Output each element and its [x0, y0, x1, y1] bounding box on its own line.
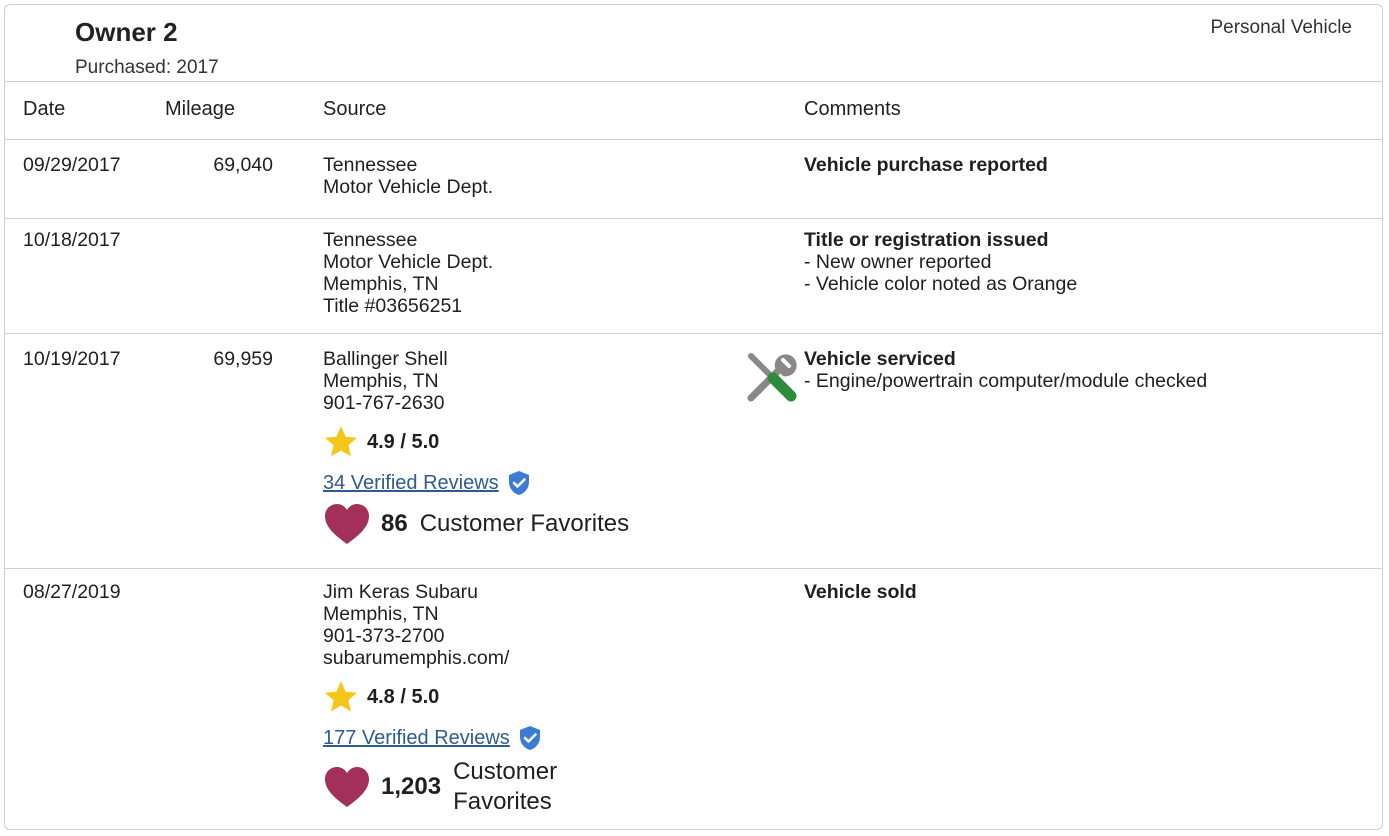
source-line: Motor Vehicle Dept. — [323, 176, 494, 198]
row-comments: Title or registration issued - New owner… — [804, 229, 1077, 295]
row-mileage: 69,959 — [213, 348, 273, 370]
heart-icon — [325, 767, 369, 807]
source-line: 901-767-2630 — [323, 392, 445, 414]
favorites-count: 86 — [381, 510, 408, 537]
source-line: Jim Keras Subaru — [323, 581, 478, 603]
source-line: subarumemphis.com/ — [323, 647, 510, 669]
row-comments: Vehicle serviced - Engine/powertrain com… — [804, 348, 1207, 392]
row-comments: Vehicle purchase reported — [804, 154, 1048, 176]
comment-title: Vehicle purchase reported — [804, 154, 1048, 176]
comment-title: Vehicle sold — [804, 581, 917, 603]
verified-reviews-link[interactable]: 177 Verified Reviews — [323, 727, 510, 749]
row-date: 10/19/2017 — [23, 348, 121, 370]
comment-line: - Vehicle color noted as Orange — [804, 273, 1078, 295]
source-line: Tennessee — [323, 229, 418, 251]
favorites-label-line: Favorites — [453, 788, 552, 815]
rating: 4.8 / 5.0 — [323, 677, 557, 717]
source-line: Memphis, TN — [323, 603, 439, 625]
row-date: 08/27/2019 — [23, 581, 121, 603]
table-row: 08/27/2019 Jim Keras Subaru Memphis, TN … — [5, 569, 1382, 829]
column-mileage: Mileage — [165, 98, 236, 120]
row-source: Tennessee Motor Vehicle Dept. — [323, 154, 493, 198]
star-icon — [324, 681, 358, 712]
reviews: 34 Verified Reviews — [323, 470, 629, 496]
table-header: Date Mileage Source Comments — [5, 81, 1382, 140]
comment-title: Vehicle serviced — [804, 348, 956, 370]
vehicle-type: Personal Vehicle — [1210, 17, 1352, 38]
row-source: Jim Keras Subaru Memphis, TN 901-373-270… — [323, 581, 557, 817]
owner-purchased: Purchased: 2017 — [75, 57, 219, 78]
rating: 4.9 / 5.0 — [323, 422, 629, 462]
source-line: Tennessee — [323, 154, 418, 176]
rating-value: 4.9 / 5.0 — [367, 431, 440, 453]
source-line: Memphis, TN — [323, 273, 439, 295]
verified-shield-icon — [519, 726, 540, 750]
owner-header: Owner 2 Purchased: 2017 Personal Vehicle — [5, 5, 1382, 82]
table-row: 10/18/2017 Tennessee Motor Vehicle Dept.… — [5, 219, 1382, 334]
favorites-label: Customer Favorites — [419, 510, 630, 537]
verified-shield-icon — [508, 471, 529, 495]
customer-favorites: 1,203 Customer Favorites — [323, 757, 557, 817]
source-line: Ballinger Shell — [323, 348, 448, 370]
row-source: Ballinger Shell Memphis, TN 901-767-2630… — [323, 348, 629, 546]
row-date: 10/18/2017 — [23, 229, 121, 251]
row-date: 09/29/2017 — [23, 154, 121, 176]
heart-icon — [325, 504, 369, 544]
customer-favorites: 86 Customer Favorites — [323, 502, 629, 546]
comment-line: - Engine/powertrain computer/module chec… — [804, 370, 1208, 392]
row-comments: Vehicle sold — [804, 581, 917, 603]
table-row: 10/19/2017 69,959 Ballinger Shell Memphi… — [5, 334, 1382, 569]
owner-title: Owner 2 — [75, 17, 178, 47]
reviews: 177 Verified Reviews — [323, 725, 557, 751]
source-line: Memphis, TN — [323, 370, 439, 392]
favorites-label-line: Customer — [453, 758, 558, 785]
column-comments: Comments — [804, 98, 901, 120]
source-line: 901-373-2700 — [323, 625, 445, 647]
verified-reviews-link[interactable]: 34 Verified Reviews — [323, 472, 499, 494]
owner-history-card: Owner 2 Purchased: 2017 Personal Vehicle… — [4, 4, 1383, 830]
source-line: Motor Vehicle Dept. — [323, 251, 494, 273]
comment-line: - New owner reported — [804, 251, 992, 273]
row-mileage: 69,040 — [213, 154, 273, 176]
row-source: Tennessee Motor Vehicle Dept. Memphis, T… — [323, 229, 493, 317]
table-row: 09/29/2017 69,040 Tennessee Motor Vehicl… — [5, 140, 1382, 219]
service-wrench-screwdriver-icon — [747, 353, 797, 402]
rating-value: 4.8 / 5.0 — [367, 686, 440, 708]
source-line: Title #03656251 — [323, 295, 463, 317]
star-icon — [324, 426, 358, 457]
column-source: Source — [323, 98, 387, 120]
favorites-label: Customer Favorites — [453, 757, 557, 817]
column-date: Date — [23, 98, 66, 120]
comment-title: Title or registration issued — [804, 229, 1049, 251]
favorites-count: 1,203 — [381, 773, 442, 800]
